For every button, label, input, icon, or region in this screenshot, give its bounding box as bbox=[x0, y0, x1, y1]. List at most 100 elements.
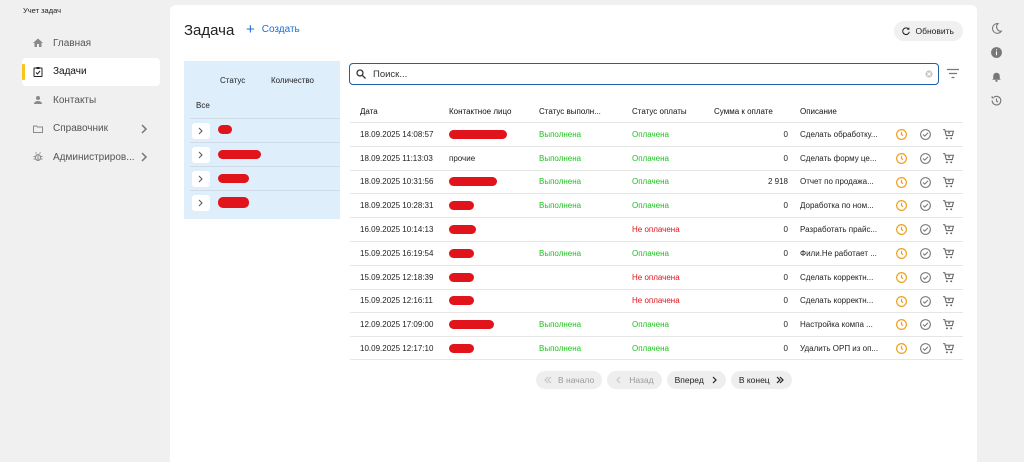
cell-date: 15.09.2025 12:18:39 bbox=[360, 272, 434, 282]
time-button[interactable] bbox=[895, 176, 908, 189]
cart-button[interactable] bbox=[942, 223, 955, 236]
cart-button[interactable] bbox=[942, 128, 955, 141]
next-page-label: Вперед bbox=[674, 375, 704, 385]
check-circle-icon bbox=[920, 248, 931, 259]
double-chevron-left-icon bbox=[544, 376, 552, 384]
create-button[interactable]: + Создать bbox=[246, 22, 300, 37]
complete-button[interactable] bbox=[919, 176, 932, 189]
time-button[interactable] bbox=[895, 271, 908, 284]
cart-button[interactable] bbox=[942, 318, 955, 331]
complete-button[interactable] bbox=[919, 128, 932, 141]
column-header-exec-status[interactable]: Статус выполн... bbox=[539, 107, 601, 116]
clock-icon bbox=[896, 295, 907, 307]
sidebar-item-admin[interactable]: Администриров... bbox=[22, 143, 160, 171]
chevron-right-icon bbox=[198, 175, 203, 183]
pagination: В начало Назад Вперед В конец bbox=[536, 371, 797, 389]
status-all[interactable]: Все bbox=[196, 101, 210, 110]
table-row[interactable]: 15.09.2025 16:19:54 Выполнена Оплачена 0 Фил… bbox=[350, 240, 963, 265]
page-title: Задача bbox=[184, 22, 235, 39]
expand-toggle[interactable] bbox=[192, 171, 210, 187]
clock-icon bbox=[896, 129, 907, 140]
status-group-row[interactable] bbox=[190, 118, 340, 142]
sidebar-item-label: Справочник bbox=[53, 123, 108, 134]
clear-icon[interactable] bbox=[925, 70, 933, 78]
expand-toggle[interactable] bbox=[192, 195, 210, 211]
cart-icon bbox=[943, 224, 955, 235]
complete-button[interactable] bbox=[919, 223, 932, 236]
status-group-row[interactable] bbox=[190, 190, 340, 214]
check-circle-icon bbox=[920, 295, 931, 307]
table-row[interactable]: 12.09.2025 17:09:00 Выполнена Оплачена 0 Нас… bbox=[350, 312, 963, 336]
count-column-header: Количество bbox=[271, 76, 314, 85]
complete-button[interactable] bbox=[919, 295, 932, 308]
time-button[interactable] bbox=[895, 152, 908, 165]
column-header-pay-status[interactable]: Статус оплаты bbox=[632, 107, 687, 116]
table-row[interactable]: 18.09.2025 11:13:03 прочие Выполнена Оплаче… bbox=[350, 145, 963, 170]
dark-mode-button[interactable] bbox=[989, 21, 1003, 35]
column-header-contact[interactable]: Контактное лицо bbox=[449, 107, 511, 116]
sidebar-item-home[interactable]: Главная bbox=[22, 29, 160, 57]
refresh-icon bbox=[901, 27, 910, 36]
table-header: Дата Контактное лицо Статус выполн... Ст… bbox=[350, 100, 963, 122]
table-row[interactable]: 10.09.2025 12:17:10 Выполнена Оплачена 0 Уда… bbox=[350, 336, 963, 360]
cart-button[interactable] bbox=[942, 271, 955, 284]
cart-button[interactable] bbox=[942, 176, 955, 189]
search-input[interactable] bbox=[373, 68, 913, 80]
history-button[interactable] bbox=[989, 93, 1003, 107]
cart-button[interactable] bbox=[942, 295, 955, 308]
complete-button[interactable] bbox=[919, 318, 932, 331]
cart-button[interactable] bbox=[942, 152, 955, 165]
cart-icon bbox=[943, 152, 955, 164]
redacted-mark bbox=[449, 225, 476, 235]
person-icon bbox=[31, 93, 45, 107]
notifications-button[interactable] bbox=[989, 69, 1003, 83]
filter-icon[interactable] bbox=[947, 68, 959, 79]
table-row[interactable]: 15.09.2025 12:16:11 Не оплачена 0 Сделать к… bbox=[350, 288, 963, 313]
complete-button[interactable] bbox=[919, 152, 932, 165]
cart-button[interactable] bbox=[942, 247, 955, 260]
time-button[interactable] bbox=[895, 199, 908, 212]
time-button[interactable] bbox=[895, 318, 908, 331]
sidebar-item-contacts[interactable]: Контакты bbox=[22, 86, 160, 114]
cell-date: 16.09.2025 10:14:13 bbox=[360, 225, 434, 235]
last-page-button[interactable]: В конец bbox=[730, 371, 792, 389]
cart-button[interactable] bbox=[942, 199, 955, 212]
time-button[interactable] bbox=[895, 342, 908, 355]
refresh-button[interactable]: Обновить bbox=[893, 21, 963, 41]
chevron-left-icon bbox=[616, 376, 621, 384]
cell-exec-status: Выполнена bbox=[539, 153, 582, 163]
search-box[interactable] bbox=[349, 63, 939, 85]
table-row[interactable]: 18.09.2025 14:08:57 Выполнена Оплачена 0 Сде… bbox=[350, 122, 963, 146]
sidebar-item-label: Администриров... bbox=[53, 151, 135, 163]
table-row[interactable]: 15.09.2025 12:18:39 Не оплачена 0 Сделать к… bbox=[350, 264, 963, 289]
double-chevron-right-icon bbox=[776, 376, 784, 384]
expand-toggle[interactable] bbox=[192, 147, 210, 163]
next-page-button[interactable]: Вперед bbox=[666, 371, 726, 389]
status-group-row[interactable] bbox=[190, 166, 340, 190]
complete-button[interactable] bbox=[919, 271, 932, 284]
first-page-button[interactable]: В начало bbox=[536, 371, 603, 389]
sidebar-item-tasks[interactable]: Задачи bbox=[22, 57, 160, 86]
cell-description: Удалить ОРП из оп... bbox=[800, 343, 879, 353]
status-group-row[interactable] bbox=[190, 142, 340, 166]
complete-button[interactable] bbox=[919, 199, 932, 212]
clock-icon bbox=[896, 200, 907, 212]
sidebar-item-reference[interactable]: Справочник bbox=[22, 115, 160, 143]
info-button[interactable] bbox=[989, 45, 1003, 59]
table-row[interactable]: 16.09.2025 10:14:13 Не оплачена 0 Разработа… bbox=[350, 217, 963, 241]
complete-button[interactable] bbox=[919, 342, 932, 355]
time-button[interactable] bbox=[895, 128, 908, 141]
column-header-sum[interactable]: Сумма к оплате bbox=[714, 107, 788, 116]
cell-date: 15.09.2025 12:16:11 bbox=[360, 296, 433, 306]
expand-toggle[interactable] bbox=[192, 123, 210, 139]
table-row[interactable]: 18.09.2025 10:28:31 Выполнена Оплачена 0 Дор… bbox=[350, 193, 963, 217]
cart-button[interactable] bbox=[942, 342, 955, 355]
table-row[interactable]: 18.09.2025 10:31:56 Выполнена Оплачена 2 91… bbox=[350, 169, 963, 194]
prev-page-button[interactable]: Назад bbox=[607, 371, 662, 389]
column-header-date[interactable]: Дата bbox=[360, 107, 378, 116]
time-button[interactable] bbox=[895, 295, 908, 308]
time-button[interactable] bbox=[895, 223, 908, 236]
time-button[interactable] bbox=[895, 247, 908, 260]
complete-button[interactable] bbox=[919, 247, 932, 260]
column-header-description[interactable]: Описание bbox=[800, 107, 882, 116]
